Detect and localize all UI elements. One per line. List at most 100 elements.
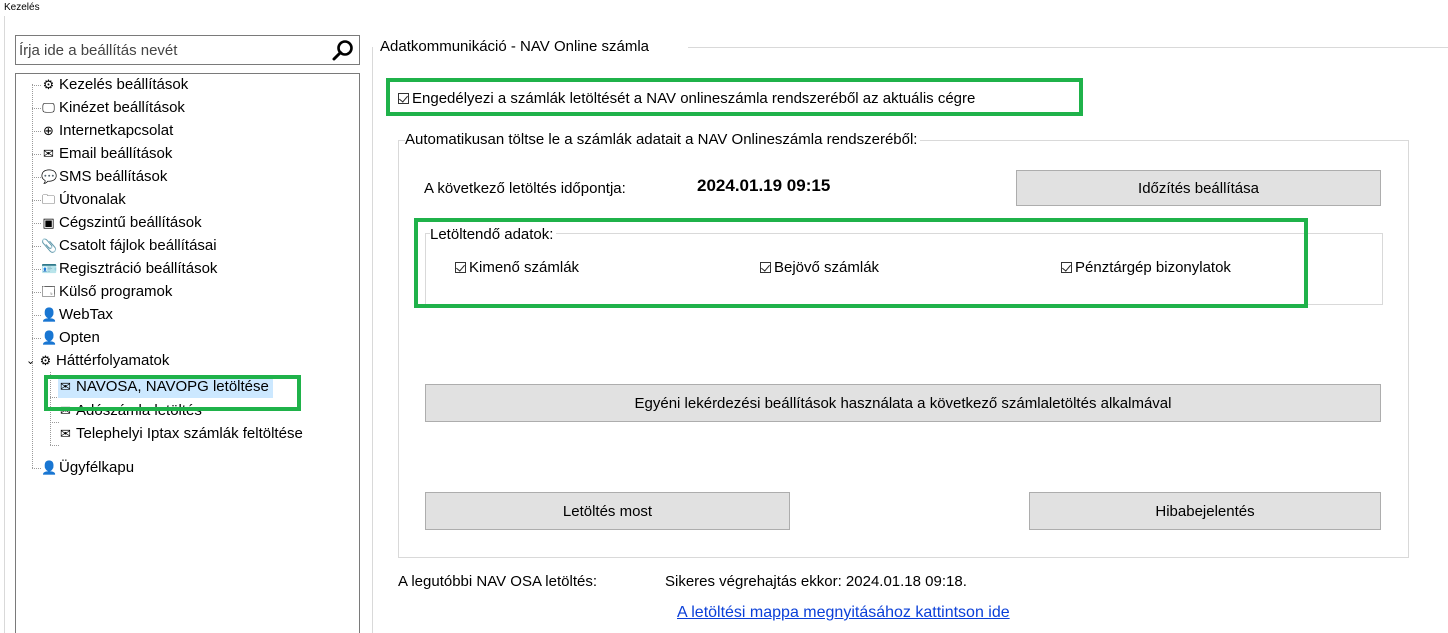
chevron-down-icon[interactable]: ⌄ (26, 350, 38, 372)
settings-search-input[interactable] (19, 39, 319, 61)
tree-item-kezeles-beallitasok[interactable]: ⚙ Kezelés beállítások (41, 74, 189, 96)
tree-item-opten[interactable]: 👤 Opten (41, 327, 100, 349)
tree-item-label: Kezelés beállítások (59, 76, 189, 93)
tree-item-adoszamla-letoltes[interactable]: ✉ Adószámla letöltés (58, 400, 202, 422)
checkbox-label: Bejövő számlák (774, 259, 880, 276)
tree-connector (50, 372, 51, 445)
custom-query-settings-button[interactable]: Egyéni lekérdezési beállítások használat… (425, 384, 1381, 422)
tree-item-ugyfelkapu[interactable]: 👤 Ügyfélkapu (41, 457, 134, 479)
window-left-border (4, 16, 5, 633)
outgoing-invoices-checkbox[interactable]: Kimenő számlák (455, 259, 579, 276)
paperclip-icon: 📎 (41, 238, 58, 253)
group-border-left (372, 47, 373, 633)
tree-connector (32, 468, 41, 469)
tree-connector (32, 200, 41, 201)
next-download-label: A következő letöltés időpontja: (424, 180, 626, 197)
checkbox-checked-icon[interactable] (760, 262, 771, 273)
tree-item-sms-beallitasok[interactable]: 💬 SMS beállítások (41, 166, 167, 188)
tree-item-email-beallitasok[interactable]: ✉ Email beállítások (41, 143, 172, 165)
open-download-folder-link[interactable]: A letöltési mappa megnyitásához kattints… (677, 604, 1010, 622)
settings-search-box[interactable] (15, 35, 360, 65)
group-title: Adatkommunikáció - NAV Online számla (380, 38, 652, 55)
tree-item-utvonalak[interactable]: 🗀 Útvonalak (41, 189, 126, 211)
envelope-icon: ✉ (60, 403, 71, 418)
tree-connector (32, 131, 41, 132)
tree-connector (32, 338, 41, 339)
tree-item-label: Regisztráció beállítások (59, 260, 218, 277)
monitor-icon: 🖵 (42, 100, 55, 115)
tree-connector (32, 84, 33, 468)
tree-connector (32, 269, 41, 270)
checkbox-label: Kimenő számlák (469, 259, 580, 276)
error-report-button[interactable]: Hibabejelentés (1029, 492, 1381, 530)
tree-item-label: Email beállítások (59, 145, 173, 162)
tree-connector (32, 223, 41, 224)
folder-icon: 🗀 (41, 192, 55, 207)
tree-item-label: Telephelyi Iptax számlák feltöltése (76, 425, 303, 442)
checkbox-label: Pénztárgép bizonylatok (1075, 259, 1231, 276)
tree-item-label: Háttérfolyamatok (56, 352, 170, 369)
enable-download-label: Engedélyezi a számlák letöltését a NAV o… (412, 90, 976, 107)
schedule-settings-button[interactable]: Időzítés beállítása (1016, 170, 1381, 206)
tree-item-label: Kinézet beállítások (59, 99, 185, 116)
tree-item-regisztracio-beallitasok[interactable]: 🪪 Regisztráció beállítások (41, 258, 217, 280)
tree-item-label: Cégszintű beállítások (59, 214, 202, 231)
tree-item-label: WebTax (59, 306, 113, 323)
tree-connector (32, 154, 41, 155)
tree-item-label: Internetkapcsolat (59, 122, 174, 139)
enable-download-checkbox[interactable]: Engedélyezi a számlák letöltését a NAV o… (398, 90, 975, 107)
checkbox-checked-icon[interactable] (398, 93, 409, 104)
cash-register-receipts-checkbox[interactable]: Pénztárgép bizonylatok (1061, 259, 1231, 276)
checkbox-checked-icon[interactable] (455, 262, 466, 273)
tree-item-kulso-programok[interactable]: 🗔 Külső programok (41, 281, 172, 303)
tree-item-label: Opten (59, 329, 100, 346)
tree-item-csatolt-fajlok[interactable]: 📎 Csatolt fájlok beállításai (41, 235, 217, 257)
id-card-icon: 🪪 (41, 261, 58, 276)
globe-icon: ⊕ (43, 123, 54, 138)
gear-icon: ⚙ (39, 353, 52, 368)
tree-item-kinezet-beallitasok[interactable]: 🖵 Kinézet beállítások (41, 97, 185, 119)
window-icon: 🗔 (41, 284, 56, 299)
checkbox-checked-icon[interactable] (1061, 262, 1072, 273)
building-icon: ▣ (42, 215, 55, 230)
tree-connector (32, 315, 41, 316)
group-border-top (688, 47, 1448, 48)
tree-item-hatterfolyamatok[interactable]: ⌄ ⚙ Háttérfolyamatok (26, 350, 169, 372)
gear-icon: ⚙ (42, 77, 55, 92)
window-title: Kezelés (4, 2, 40, 13)
chat-icon: 💬 (41, 169, 58, 184)
tree-item-telephelyi-iptax[interactable]: ✉ Telephelyi Iptax számlák feltöltése (58, 423, 303, 445)
envelope-icon: ✉ (43, 146, 54, 161)
tree-connector (32, 85, 41, 86)
tree-item-label: Külső programok (59, 283, 173, 300)
tree-connector (50, 445, 59, 446)
tree-item-label: Útvonalak (59, 191, 126, 208)
tree-item-label: SMS beállítások (59, 168, 168, 185)
search-icon[interactable] (331, 39, 355, 63)
tree-connector (32, 177, 41, 178)
settings-tree[interactable]: ⚙ Kezelés beállítások 🖵 Kinézet beállítá… (15, 73, 360, 633)
user-icon: 👤 (41, 330, 58, 345)
tree-item-navosa-navopg-letoltese[interactable]: ✉ NAVOSA, NAVOPG letöltése (58, 376, 273, 398)
next-download-datetime: 2024.01.19 09:15 (697, 176, 831, 195)
last-download-label: A legutóbbi NAV OSA letöltés: (398, 573, 598, 590)
tree-item-webtax[interactable]: 👤 WebTax (41, 304, 113, 326)
tree-item-label: NAVOSA, NAVOPG letöltése (76, 378, 269, 395)
envelope-icon: ✉ (60, 379, 71, 394)
tree-item-internetkapcsolat[interactable]: ⊕ Internetkapcsolat (41, 120, 173, 142)
tree-connector (32, 292, 41, 293)
tree-item-label: Ügyfélkapu (59, 459, 135, 476)
incoming-invoices-checkbox[interactable]: Bejövő számlák (760, 259, 879, 276)
last-download-status: Sikeres végrehajtás ekkor: 2024.01.18 09… (665, 573, 967, 590)
user-icon: 👤 (41, 460, 58, 475)
data-to-download-title: Letöltendő adatok: (430, 226, 557, 243)
auto-download-group-title: Automatikusan töltse le a számlák adatai… (405, 131, 921, 148)
tree-item-cegszintu-beallitasok[interactable]: ▣ Cégszintű beállítások (41, 212, 202, 234)
user-icon: 👤 (41, 307, 58, 322)
tree-item-label: Adószámla letöltés (76, 402, 202, 419)
tree-connector (32, 246, 41, 247)
envelope-icon: ✉ (60, 426, 71, 441)
tree-item-label: Csatolt fájlok beállításai (59, 237, 217, 254)
download-now-button[interactable]: Letöltés most (425, 492, 790, 530)
tree-connector (32, 108, 41, 109)
